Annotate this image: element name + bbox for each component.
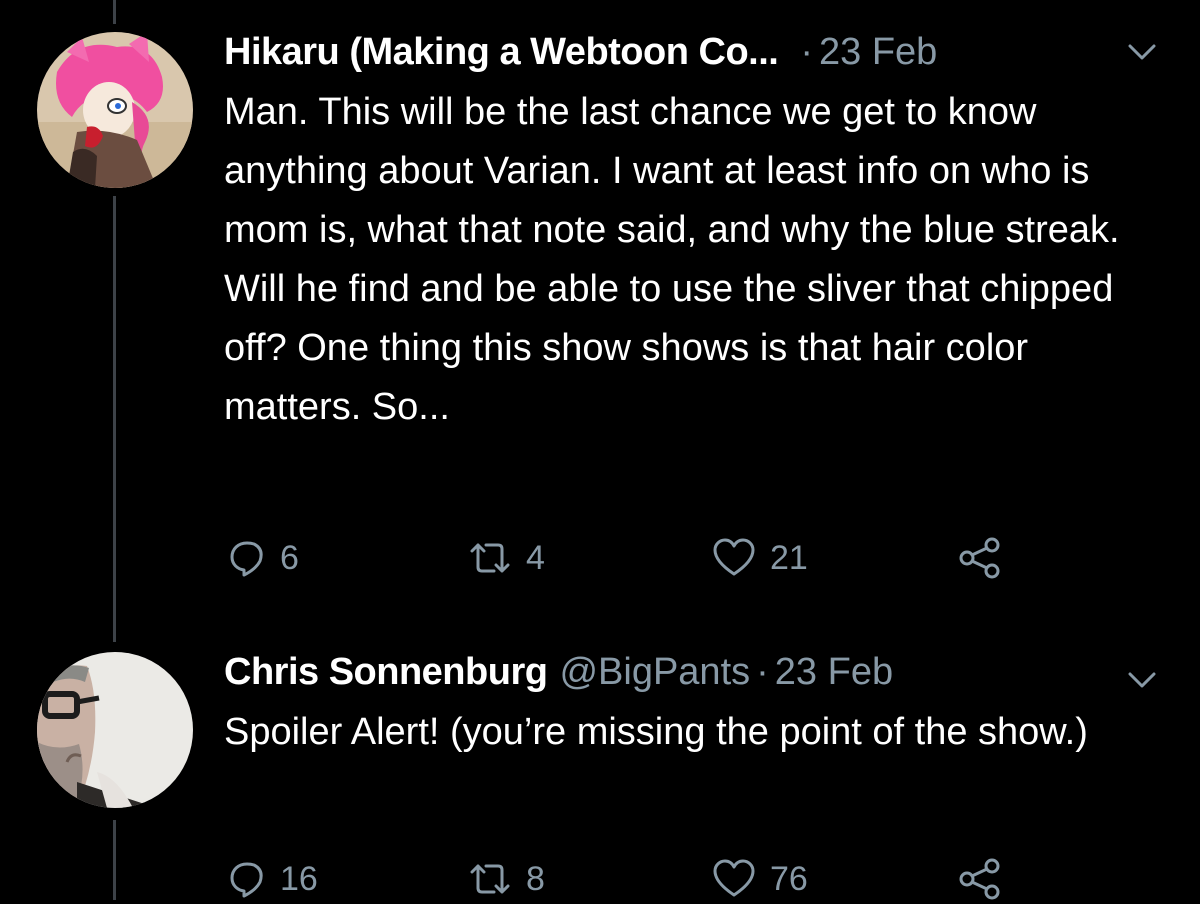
share-button[interactable]: [958, 533, 1002, 583]
reply-icon: [230, 541, 263, 577]
like-button[interactable]: 21: [712, 533, 808, 583]
reply-icon: [230, 862, 263, 898]
reply-button[interactable]: 16: [228, 854, 318, 904]
retweet-count: 4: [526, 538, 545, 577]
share-button[interactable]: [958, 854, 1002, 904]
separator: ·: [756, 651, 769, 693]
avatar[interactable]: [37, 32, 193, 188]
like-count: 21: [770, 538, 808, 577]
tweet[interactable]: Chris Sonnenburg @BigPants · 23 Feb Spoi…: [0, 600, 1200, 900]
tweet-date[interactable]: 23 Feb: [819, 26, 937, 78]
display-name[interactable]: Hikaru (Making a Webtoon Co...: [224, 26, 779, 78]
tweet[interactable]: Hikaru (Making a Webtoon Co... · 23 Feb …: [0, 0, 1200, 600]
avatar-image: [37, 32, 193, 188]
tweet-header: Hikaru (Making a Webtoon Co... · 23 Feb: [224, 26, 1160, 78]
retweet-icon: [470, 543, 510, 573]
handle[interactable]: @BigPants: [559, 646, 750, 698]
reply-button[interactable]: 6: [228, 533, 299, 583]
display-name[interactable]: Chris Sonnenburg: [224, 646, 548, 698]
retweet-icon: [470, 864, 510, 894]
chevron-down-icon[interactable]: [1124, 664, 1160, 696]
avatar-image: [37, 652, 193, 808]
action-bar: 6 4 21: [228, 533, 1048, 583]
like-count: 76: [770, 859, 808, 898]
reply-count: 16: [280, 859, 318, 898]
avatar[interactable]: [37, 652, 193, 808]
tweet-text: Spoiler Alert! (you’re missing the point…: [224, 711, 1088, 753]
retweet-count: 8: [526, 859, 545, 898]
chevron-down-icon[interactable]: [1124, 36, 1160, 68]
separator: ·: [800, 31, 813, 73]
heart-icon: [713, 859, 755, 897]
retweet-button[interactable]: 8: [468, 854, 545, 904]
tweet-header: Chris Sonnenburg @BigPants · 23 Feb: [224, 646, 1160, 698]
share-icon: [959, 537, 1000, 579]
tweet-text: Man. This will be the last chance we get…: [224, 91, 1120, 428]
retweet-button[interactable]: 4: [468, 533, 545, 583]
reply-count: 6: [280, 538, 299, 577]
like-button[interactable]: 76: [712, 854, 808, 904]
tweet-date[interactable]: 23 Feb: [775, 646, 893, 698]
action-bar: 16 8 76: [228, 854, 1048, 904]
share-icon: [959, 858, 1000, 900]
heart-icon: [713, 538, 755, 576]
